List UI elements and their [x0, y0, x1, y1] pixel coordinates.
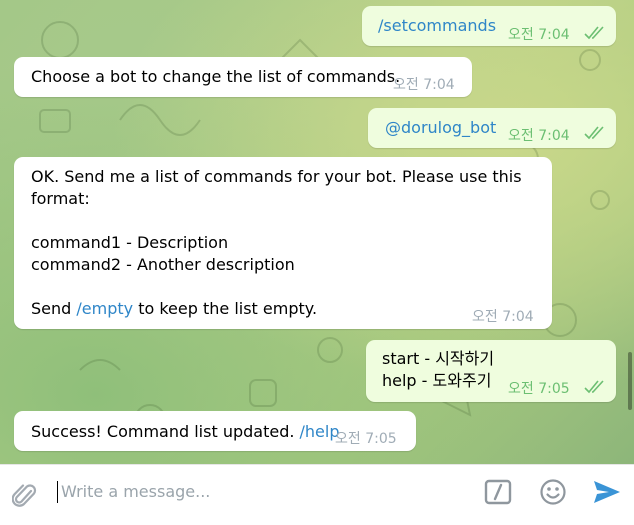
chat-area[interactable]: /setcommands 오전 7:04 Choose a bot to cha…: [0, 0, 634, 464]
paperclip-icon[interactable]: [12, 482, 38, 510]
send-arrow-icon[interactable]: [592, 479, 622, 505]
double-check-icon: [584, 26, 604, 40]
message-line[interactable]: Send /empty to keep the list empty.: [31, 298, 317, 320]
double-check-icon: [584, 126, 604, 140]
help-command-link[interactable]: /help: [300, 422, 340, 441]
message-text-segment: to keep the list empty.: [133, 299, 318, 318]
message-text-segment: Success! Command list updated.: [31, 422, 300, 441]
username-link[interactable]: @dorulog_bot: [385, 118, 496, 137]
incoming-message[interactable]: OK. Send me a list of commands for your …: [14, 157, 552, 329]
empty-command-link[interactable]: /empty: [76, 299, 133, 318]
outgoing-message[interactable]: @dorulog_bot 오전 7:04: [368, 108, 616, 148]
outgoing-message[interactable]: start - 시작하기 help - 도와주기 오전 7:05: [366, 340, 616, 402]
outgoing-message[interactable]: /setcommands 오전 7:04: [362, 6, 616, 46]
scrollbar-thumb[interactable]: [628, 352, 632, 410]
double-check-icon: [584, 380, 604, 394]
message-time: 오전 7:04: [393, 77, 455, 93]
message-time: 오전 7:05: [335, 431, 397, 447]
incoming-message[interactable]: Choose a bot to change the list of comma…: [14, 57, 472, 97]
slash-command-icon[interactable]: [484, 479, 512, 505]
message-text[interactable]: @dorulog_bot: [385, 117, 496, 139]
message-line[interactable]: help - 도와주기: [382, 370, 491, 392]
message-text-segment: Send: [31, 299, 77, 318]
incoming-message[interactable]: Success! Command list updated. /help 오전 …: [14, 411, 416, 451]
message-text[interactable]: /setcommands: [378, 15, 496, 37]
message-time: 오전 7:04: [508, 27, 570, 43]
message-line[interactable]: command2 - Another description: [31, 254, 295, 276]
command-link[interactable]: /setcommands: [378, 16, 496, 35]
message-line[interactable]: format:: [31, 188, 90, 210]
message-time: 오전 7:05: [508, 381, 570, 397]
message-line[interactable]: start - 시작하기: [382, 348, 494, 370]
message-line[interactable]: command1 - Description: [31, 232, 228, 254]
message-input[interactable]: Write a message...: [61, 480, 210, 504]
message-text[interactable]: Success! Command list updated. /help: [31, 421, 340, 443]
text-caret: [57, 481, 58, 503]
message-text[interactable]: Choose a bot to change the list of comma…: [31, 66, 400, 88]
message-line[interactable]: OK. Send me a list of commands for your …: [31, 166, 522, 188]
message-time: 오전 7:04: [472, 309, 534, 325]
smile-icon[interactable]: [539, 478, 567, 506]
message-time: 오전 7:04: [508, 128, 570, 144]
